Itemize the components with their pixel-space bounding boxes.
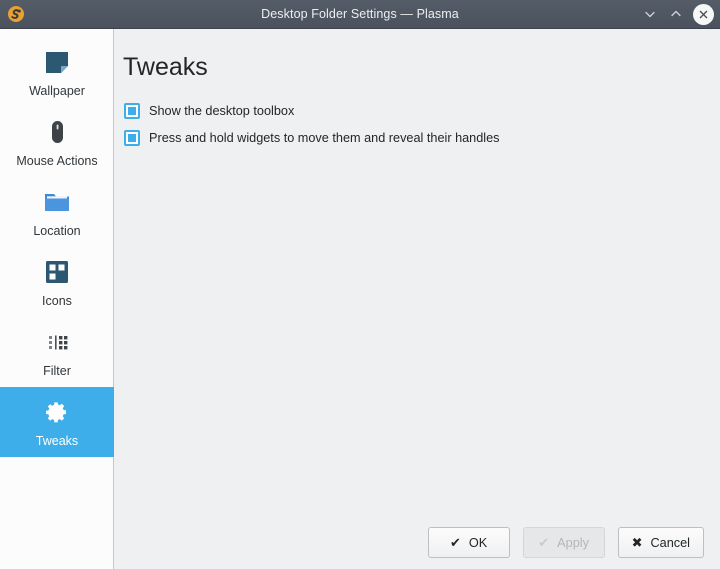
ok-button-label: OK (469, 536, 487, 550)
minimize-button[interactable] (638, 2, 662, 26)
main-pane: Tweaks Show the desktop toolbox Press an… (114, 29, 720, 569)
checkbox-fill (128, 107, 136, 115)
option-label: Press and hold widgets to move them and … (149, 132, 500, 145)
close-button[interactable] (693, 4, 714, 25)
folder-icon (41, 186, 73, 218)
dialog-button-bar: ✔ OK ✔ Apply ✖ Cancel (114, 527, 720, 569)
plasma-icon (7, 5, 25, 23)
check-icon: ✔ (538, 536, 549, 549)
sidebar-item-icons[interactable]: Icons (0, 247, 114, 317)
window-body: Wallpaper Mouse Actions (0, 29, 720, 569)
chevron-up-icon (670, 8, 682, 20)
sidebar-item-mouse-actions[interactable]: Mouse Actions (0, 107, 114, 177)
sidebar-item-location[interactable]: Location (0, 177, 114, 247)
maximize-button[interactable] (664, 2, 688, 26)
check-icon: ✔ (450, 536, 461, 549)
wallpaper-icon (41, 46, 73, 78)
chevron-down-icon (644, 8, 656, 20)
checkbox-press-and-hold-widgets[interactable] (124, 130, 140, 146)
ok-button[interactable]: ✔ OK (428, 527, 510, 558)
titlebar: Desktop Folder Settings — Plasma (0, 0, 720, 29)
cross-icon: ✖ (632, 536, 643, 549)
window-title: Desktop Folder Settings — Plasma (0, 7, 720, 21)
sidebar-item-wallpaper[interactable]: Wallpaper (0, 37, 114, 107)
apply-button-label: Apply (557, 536, 589, 550)
option-label: Show the desktop toolbox (149, 105, 294, 118)
close-icon (698, 9, 709, 20)
mouse-icon (41, 116, 73, 148)
sidebar-item-tweaks[interactable]: Tweaks (0, 387, 114, 457)
option-show-desktop-toolbox[interactable]: Show the desktop toolbox (124, 103, 720, 119)
settings-sidebar: Wallpaper Mouse Actions (0, 29, 114, 569)
filter-icon (41, 326, 73, 358)
sidebar-item-filter[interactable]: Filter (0, 317, 114, 387)
option-press-and-hold-widgets[interactable]: Press and hold widgets to move them and … (124, 130, 720, 146)
sidebar-item-label: Mouse Actions (16, 155, 97, 168)
grid-icon (41, 256, 73, 288)
sidebar-item-label: Tweaks (36, 435, 78, 448)
sidebar-item-label: Filter (43, 365, 71, 378)
gear-icon (41, 396, 73, 428)
apply-button: ✔ Apply (523, 527, 605, 558)
cancel-button[interactable]: ✖ Cancel (618, 527, 704, 558)
window-controls (638, 2, 720, 26)
options-list: Show the desktop toolbox Press and hold … (114, 80, 720, 146)
checkbox-show-desktop-toolbox[interactable] (124, 103, 140, 119)
settings-window: Desktop Folder Settings — Plasma (0, 0, 720, 569)
sidebar-item-label: Location (33, 225, 80, 238)
sidebar-item-label: Icons (42, 295, 72, 308)
sidebar-item-label: Wallpaper (29, 85, 85, 98)
checkbox-fill (128, 134, 136, 142)
cancel-button-label: Cancel (651, 536, 691, 550)
page-title: Tweaks (114, 29, 720, 80)
